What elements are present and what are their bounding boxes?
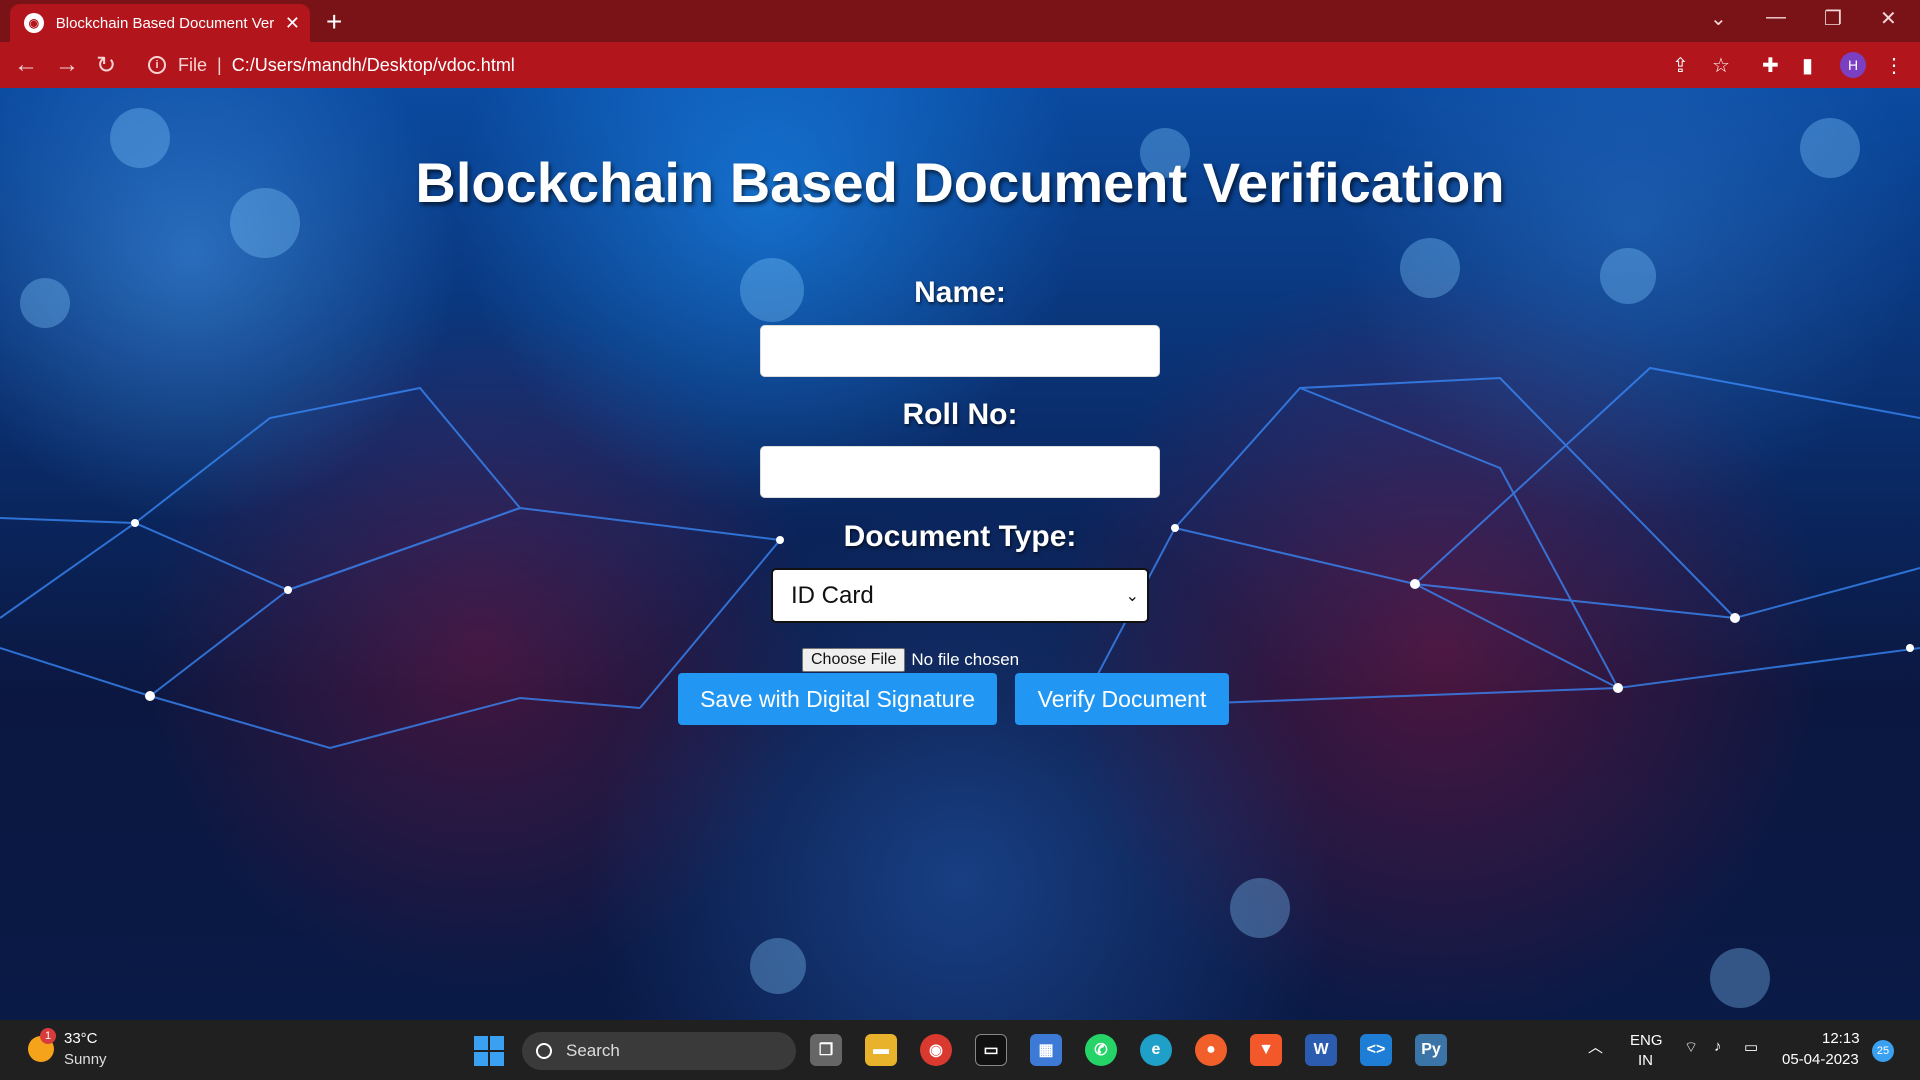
edge-icon[interactable]: e: [1140, 1034, 1172, 1066]
chevron-down-icon: ⌄: [1125, 588, 1139, 605]
network-node: [1613, 683, 1623, 693]
tab-title: Blockchain Based Document Veri: [55, 14, 275, 32]
bookmark-star-icon[interactable]: ☆: [1712, 53, 1730, 78]
reload-button[interactable]: ↻: [96, 51, 116, 80]
whatsapp-icon[interactable]: ✆: [1085, 1034, 1117, 1066]
restore-button[interactable]: ❐: [1824, 6, 1842, 31]
share-icon[interactable]: ⇪: [1672, 53, 1689, 78]
network-node: [1410, 579, 1420, 589]
network-node: [145, 691, 155, 701]
language-code[interactable]: ENG: [1630, 1032, 1663, 1049]
info-icon[interactable]: i: [148, 56, 166, 74]
roll-no-label: Roll No:: [902, 398, 1018, 431]
close-window-button[interactable]: ✕: [1880, 6, 1897, 31]
volume-icon[interactable]: ♪: [1714, 1038, 1722, 1055]
save-with-signature-button[interactable]: Save with Digital Signature: [678, 673, 997, 725]
microsoft-store-icon[interactable]: ▦: [1030, 1034, 1062, 1066]
tray-overflow-chevron-icon[interactable]: ︿: [1588, 1036, 1603, 1057]
language-region[interactable]: IN: [1638, 1052, 1653, 1069]
file-status: No file chosen: [911, 650, 1020, 669]
menu-kebab-icon[interactable]: ⋮: [1884, 53, 1904, 78]
weather-temperature[interactable]: 33°C: [64, 1030, 98, 1047]
name-label: Name:: [914, 276, 1006, 309]
network-node: [284, 586, 292, 594]
clock-time[interactable]: 12:13: [1822, 1030, 1860, 1047]
vscode-icon[interactable]: <>: [1360, 1034, 1392, 1066]
verify-document-button[interactable]: Verify Document: [1015, 673, 1229, 725]
browser-toolbar: ← → ↻ i File | C:/Users/mandh/Desktop/vd…: [0, 42, 1920, 88]
url-separator: |: [217, 54, 222, 75]
document-type-select[interactable]: ID Card ⌄: [771, 568, 1149, 623]
network-graphic: [0, 366, 1920, 750]
taskbar-search[interactable]: Search: [522, 1032, 796, 1070]
tab-search-chevron-icon[interactable]: ⌄: [1710, 6, 1727, 31]
notification-badge[interactable]: 25: [1872, 1040, 1894, 1062]
file-explorer-icon[interactable]: ▬: [865, 1034, 897, 1066]
address-bar[interactable]: i File | C:/Users/mandh/Desktop/vdoc.htm…: [138, 48, 1678, 82]
globe-icon: ◉: [24, 13, 44, 33]
file-input: Choose File No file chosen: [802, 648, 1019, 672]
brave-icon[interactable]: ▼: [1250, 1034, 1282, 1066]
minimize-button[interactable]: —: [1766, 6, 1786, 29]
url-scheme: File: [178, 54, 208, 75]
page-title: Blockchain Based Document Verification: [415, 151, 1505, 214]
wifi-icon[interactable]: ⌔: [1684, 1038, 1698, 1057]
document-type-value: ID Card: [791, 581, 874, 609]
extensions-puzzle-icon[interactable]: ✚: [1762, 53, 1779, 78]
new-tab-button[interactable]: +: [326, 6, 342, 38]
task-view-icon[interactable]: ❐: [810, 1034, 842, 1066]
weather-condition[interactable]: Sunny: [64, 1051, 107, 1068]
chrome-icon[interactable]: ◉: [920, 1034, 952, 1066]
profile-avatar[interactable]: H: [1840, 52, 1866, 78]
forward-button[interactable]: →: [55, 51, 79, 79]
close-icon[interactable]: ✕: [285, 13, 300, 34]
clock-date[interactable]: 05-04-2023: [1782, 1051, 1859, 1068]
firefox-icon[interactable]: ●: [1195, 1034, 1227, 1066]
document-type-label: Document Type:: [843, 520, 1077, 553]
back-button[interactable]: ←: [14, 51, 38, 79]
name-input[interactable]: [760, 325, 1160, 377]
weather-badge: 1: [40, 1028, 56, 1044]
choose-file-button[interactable]: Choose File: [802, 648, 906, 672]
battery-icon[interactable]: ▭: [1744, 1038, 1758, 1056]
search-icon: [536, 1043, 552, 1059]
word-icon[interactable]: W: [1305, 1034, 1337, 1066]
terminal-icon[interactable]: ▭: [975, 1034, 1007, 1066]
network-node: [1730, 613, 1740, 623]
browser-tabbar: ◉ Blockchain Based Document Veri ✕ + ⌄ —…: [0, 0, 1920, 42]
python-icon[interactable]: Py: [1415, 1034, 1447, 1066]
browser-tab-active[interactable]: ◉ Blockchain Based Document Veri ✕: [10, 4, 310, 42]
windows-start-icon[interactable]: [474, 1036, 504, 1066]
url-text[interactable]: C:/Users/mandh/Desktop/vdoc.html: [232, 55, 515, 76]
side-panel-icon[interactable]: ▮: [1802, 53, 1813, 78]
network-node: [1906, 644, 1914, 652]
roll-no-input[interactable]: [760, 446, 1160, 498]
taskbar: 1 33°C Sunny Search ❐ ▬ ◉ ▭ ▦ ✆ e ● ▼ W …: [0, 1020, 1920, 1080]
search-label: Search: [566, 1041, 620, 1060]
page-viewport: Blockchain Based Document Verification N…: [0, 88, 1920, 1020]
